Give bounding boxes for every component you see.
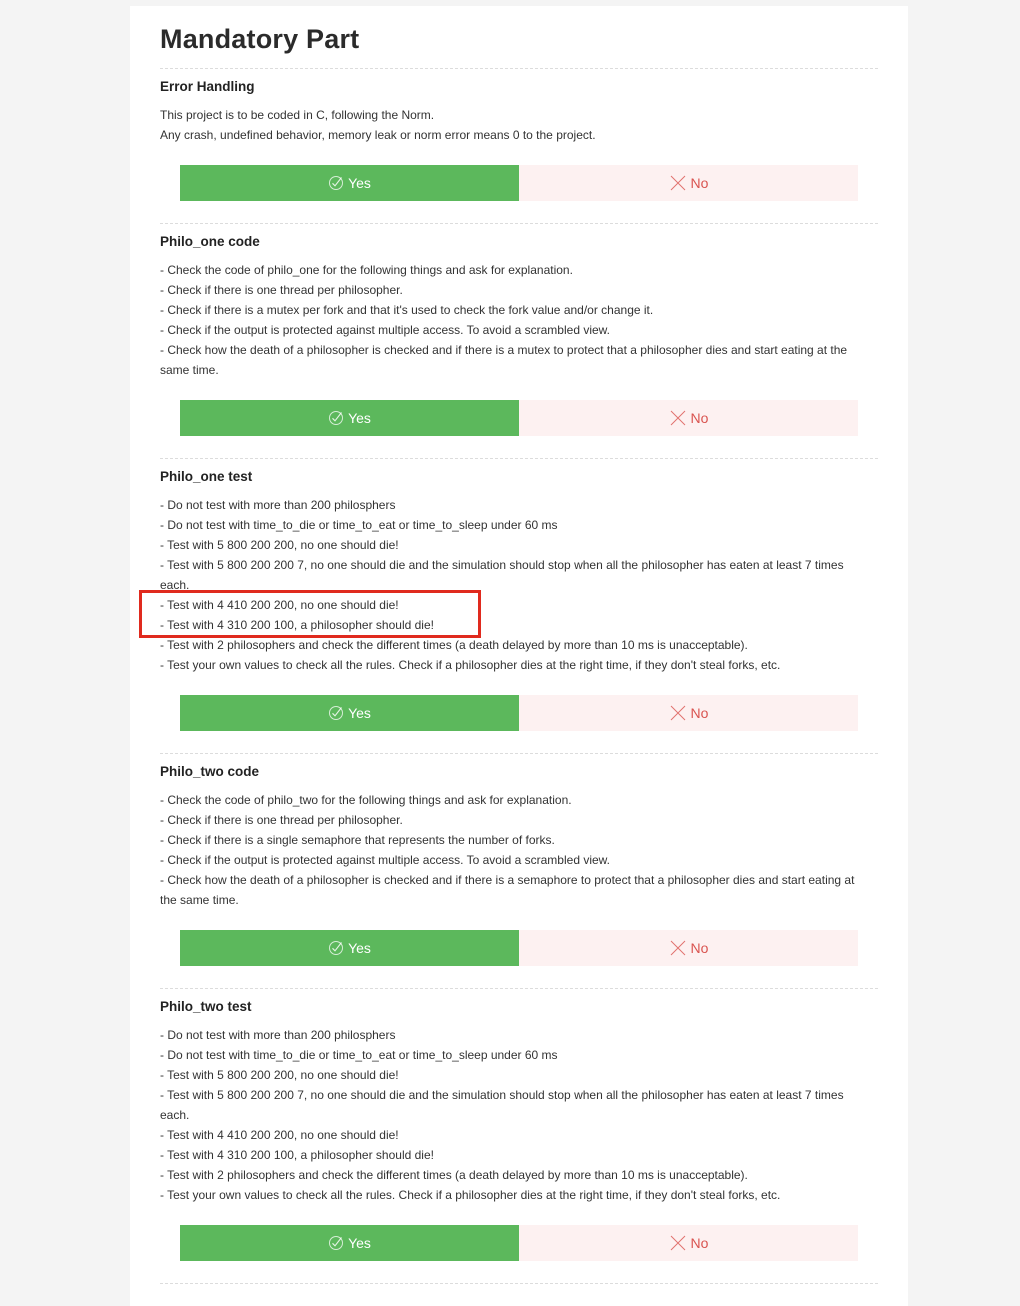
check-icon — [329, 706, 344, 720]
text-line: - Do not test with more than 200 philosp… — [160, 498, 396, 512]
no-label: No — [690, 410, 709, 426]
text-line: - Test with 5 800 200 200 7, no one shou… — [160, 1088, 844, 1122]
text-line: - Test with 4 410 200 200, no one should… — [160, 598, 399, 612]
no-label: No — [690, 705, 709, 721]
section-body-philo-one-code: - Check the code of philo_one for the fo… — [160, 260, 872, 380]
yes-label: Yes — [348, 1235, 371, 1251]
text-line: - Test with 4 310 200 100, a philosopher… — [160, 1148, 434, 1162]
text-line: - Do not test with time_to_die or time_t… — [160, 1048, 558, 1062]
no-button[interactable]: No — [519, 1225, 858, 1261]
text-line: - Check if there is one thread per philo… — [160, 283, 403, 297]
divider — [160, 988, 878, 989]
yes-label: Yes — [348, 940, 371, 956]
text-line: - Check if the output is protected again… — [160, 323, 611, 337]
text-line: - Test with 2 philosophers and check the… — [160, 1168, 748, 1182]
divider — [160, 458, 878, 459]
text-line: - Test with 4 310 200 100, a philosopher… — [160, 618, 434, 632]
no-label: No — [690, 1235, 709, 1251]
yes-button[interactable]: Yes — [180, 930, 519, 966]
check-icon — [329, 176, 344, 190]
yes-button[interactable]: Yes — [180, 165, 519, 201]
answer-row-philo-one-test: Yes No — [180, 695, 858, 731]
no-label: No — [690, 175, 709, 191]
cross-icon — [670, 705, 685, 721]
page-title: Mandatory Part — [160, 24, 360, 54]
text-line: - Check if there is a single semaphore t… — [160, 833, 555, 847]
section-title-error-handling: Error Handling — [160, 79, 255, 94]
divider — [160, 753, 878, 754]
check-icon — [329, 941, 344, 955]
text-line: - Do not test with time_to_die or time_t… — [160, 518, 558, 532]
text-line: - Test with 2 philosophers and check the… — [160, 638, 748, 652]
check-icon — [329, 1236, 344, 1250]
section-title-philo-two-test: Philo_two test — [160, 999, 252, 1014]
no-button[interactable]: No — [519, 695, 858, 731]
cross-icon — [670, 940, 685, 956]
text-line: - Test with 5 800 200 200 7, no one shou… — [160, 558, 844, 592]
answer-row-philo-two-test: Yes No — [180, 1225, 858, 1261]
check-icon — [329, 411, 344, 425]
section-title-philo-two-code: Philo_two code — [160, 764, 260, 779]
answer-row-philo-two-code: Yes No — [180, 930, 858, 966]
text-line: - Check the code of philo_one for the fo… — [160, 263, 573, 277]
no-button[interactable]: No — [519, 400, 858, 436]
cross-icon — [670, 175, 685, 191]
section-body-philo-two-code: - Check the code of philo_two for the fo… — [160, 790, 872, 910]
text-line: - Test your own values to check all the … — [160, 658, 781, 672]
section-title-philo-one-test: Philo_one test — [160, 469, 253, 484]
cross-icon — [670, 410, 685, 426]
answer-row-error-handling: Yes No — [180, 165, 858, 201]
yes-button[interactable]: Yes — [180, 400, 519, 436]
answer-row-philo-one-code: Yes No — [180, 400, 858, 436]
yes-label: Yes — [348, 175, 371, 191]
text-line: - Check the code of philo_two for the fo… — [160, 793, 572, 807]
text-line: - Check if the output is protected again… — [160, 853, 611, 867]
cross-icon — [670, 1235, 685, 1251]
text-line: - Test your own values to check all the … — [160, 1188, 781, 1202]
text-line: - Test with 5 800 200 200, no one should… — [160, 1068, 399, 1082]
yes-label: Yes — [348, 705, 371, 721]
divider — [160, 68, 878, 69]
no-button[interactable]: No — [519, 930, 858, 966]
section-body-philo-two-test: - Do not test with more than 200 philosp… — [160, 1025, 872, 1205]
divider — [160, 223, 878, 224]
yes-label: Yes — [348, 410, 371, 426]
section-title-philo-one-code: Philo_one code — [160, 234, 260, 249]
text-line: - Test with 4 410 200 200, no one should… — [160, 1128, 399, 1142]
text-line: Any crash, undefined behavior, memory le… — [160, 128, 596, 142]
text-line: - Test with 5 800 200 200, no one should… — [160, 538, 399, 552]
text-line: - Check how the death of a philosopher i… — [160, 873, 855, 907]
section-body-philo-one-test: - Do not test with more than 200 philosp… — [160, 495, 872, 675]
divider — [160, 1283, 878, 1284]
yes-button[interactable]: Yes — [180, 695, 519, 731]
no-label: No — [690, 940, 709, 956]
yes-button[interactable]: Yes — [180, 1225, 519, 1261]
section-body-error-handling: This project is to be coded in C, follow… — [160, 105, 872, 145]
text-line: - Check if there is a mutex per fork and… — [160, 303, 654, 317]
text-line: This project is to be coded in C, follow… — [160, 108, 435, 122]
text-line: - Check if there is one thread per philo… — [160, 813, 403, 827]
text-line: - Do not test with more than 200 philosp… — [160, 1028, 396, 1042]
no-button[interactable]: No — [519, 165, 858, 201]
text-line: - Check how the death of a philosopher i… — [160, 343, 848, 377]
